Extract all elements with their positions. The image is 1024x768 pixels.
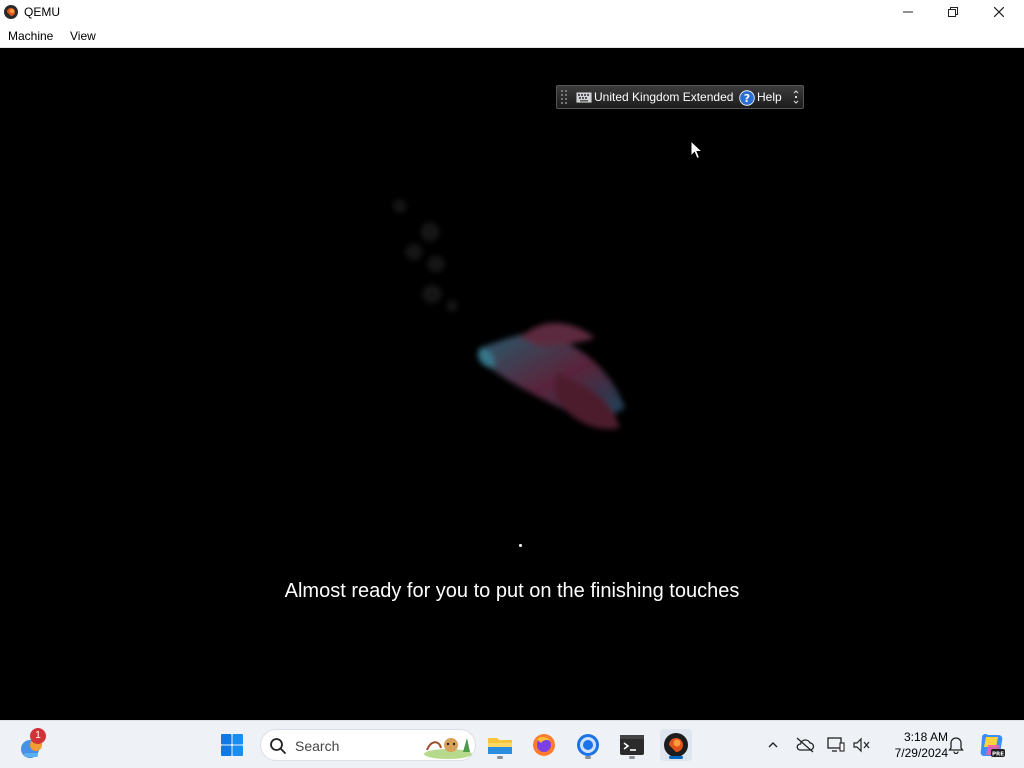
cloud-offline-icon bbox=[796, 737, 815, 753]
active-indicator bbox=[669, 756, 683, 759]
firefox-icon bbox=[533, 734, 555, 756]
clock-time: 3:18 AM bbox=[903, 730, 948, 744]
minimize-icon bbox=[903, 11, 913, 13]
svg-text:?: ? bbox=[744, 92, 750, 105]
speaker-muted-icon bbox=[853, 737, 870, 753]
search-icon bbox=[270, 738, 286, 754]
setup-status-message: Almost ready for you to put on the finis… bbox=[284, 580, 740, 602]
menu-bar: Machine View bbox=[0, 24, 1024, 48]
tray-volume[interactable] bbox=[852, 735, 872, 755]
clock-date: 7/29/2024 bbox=[894, 746, 948, 760]
notification-badge: 1 bbox=[30, 728, 46, 744]
svg-text:PRE: PRE bbox=[992, 752, 1004, 758]
close-icon bbox=[994, 7, 1004, 17]
taskbar-file-explorer[interactable] bbox=[484, 729, 516, 761]
folder-icon bbox=[488, 738, 512, 754]
tray-network[interactable] bbox=[826, 735, 846, 755]
running-indicator bbox=[497, 756, 503, 759]
loading-indicator bbox=[519, 544, 522, 547]
system-clock[interactable]: 3:18 AM 7/29/2024 bbox=[878, 729, 948, 761]
taskbar-search-box[interactable]: Search bbox=[260, 729, 476, 761]
mouse-pointer-icon bbox=[690, 140, 704, 160]
chrome-icon bbox=[577, 734, 599, 756]
language-bar[interactable]: United Kingdom Extended ? Help bbox=[556, 85, 804, 109]
notifications-button[interactable] bbox=[946, 735, 966, 755]
close-button[interactable] bbox=[976, 0, 1022, 24]
tray-onedrive[interactable] bbox=[795, 735, 815, 755]
running-indicator bbox=[585, 756, 591, 759]
qemu-app-icon bbox=[4, 5, 18, 19]
search-highlight-illustration bbox=[424, 738, 472, 759]
show-hidden-icons-button[interactable] bbox=[763, 735, 783, 755]
windows-start-icon[interactable] bbox=[220, 733, 244, 757]
search-placeholder: Search bbox=[295, 738, 340, 754]
taskbar: 1 Search 3:18 AM 7/29/2024 PRE bbox=[0, 720, 1024, 768]
taskbar-chrome[interactable] bbox=[572, 729, 604, 761]
help-label[interactable]: Help bbox=[757, 90, 782, 104]
chevron-up-icon bbox=[768, 742, 778, 748]
minimize-button[interactable] bbox=[885, 0, 931, 24]
restore-button[interactable] bbox=[930, 0, 976, 24]
taskbar-qemu[interactable] bbox=[660, 729, 692, 761]
bell-icon bbox=[948, 737, 964, 754]
window-title: QEMU bbox=[24, 5, 60, 19]
options-arrow-icon[interactable] bbox=[791, 88, 801, 106]
restore-icon bbox=[948, 7, 958, 17]
guest-display[interactable]: United Kingdom Extended ? Help Almost re… bbox=[0, 48, 1024, 720]
keyboard-layout-label[interactable]: United Kingdom Extended bbox=[594, 90, 733, 104]
taskbar-firefox[interactable] bbox=[528, 729, 560, 761]
taskbar-terminal[interactable] bbox=[616, 729, 648, 761]
betta-fish-illustration bbox=[393, 199, 625, 430]
terminal-icon bbox=[620, 735, 644, 755]
title-bar: QEMU bbox=[0, 0, 1024, 24]
grip-icon[interactable] bbox=[561, 89, 569, 105]
menu-view[interactable]: View bbox=[70, 29, 96, 43]
keyboard-icon bbox=[576, 92, 592, 103]
running-indicator bbox=[629, 756, 635, 759]
qemu-icon bbox=[664, 733, 688, 757]
network-icon bbox=[827, 737, 845, 752]
help-icon[interactable]: ? bbox=[739, 90, 755, 106]
menu-machine[interactable]: Machine bbox=[8, 29, 53, 43]
copilot-pre-icon[interactable]: PRE bbox=[978, 731, 1006, 759]
